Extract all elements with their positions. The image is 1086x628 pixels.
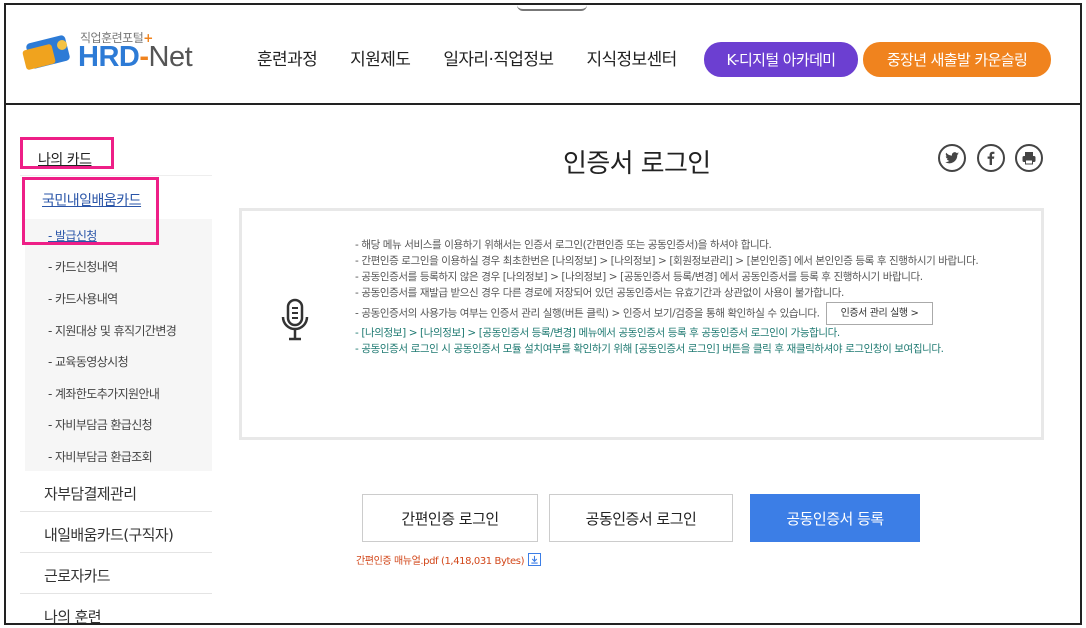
sidebar-item-jobseeker-card[interactable]: 내일배움카드(구직자) bbox=[44, 524, 174, 545]
sidebar-item-self-payment[interactable]: 자부담결제관리 bbox=[44, 483, 137, 504]
print-icon[interactable] bbox=[1015, 144, 1043, 172]
certificate-manager-button[interactable]: 인증서 관리 실행 > bbox=[825, 302, 934, 325]
sidebar-item-card-usage-history[interactable]: - 카드사용내역 bbox=[48, 290, 118, 307]
sidebar-item-eligibility-change[interactable]: - 지원대상 및 휴직기간변경 bbox=[48, 322, 177, 339]
manual-download-link[interactable]: 간편인증 매뉴얼.pdf (1,418,031 Bytes) bbox=[356, 552, 542, 567]
microphone-icon bbox=[281, 298, 309, 341]
sidebar-title-my-card[interactable]: 나의 카드 bbox=[20, 137, 114, 169]
nav-knowledge-center[interactable]: 지식정보센터 bbox=[586, 45, 677, 70]
twitter-icon[interactable] bbox=[938, 144, 966, 172]
logo-card-icon bbox=[22, 35, 70, 70]
submenu-background bbox=[25, 219, 212, 471]
divider bbox=[20, 175, 212, 176]
sidebar-item-refund-request[interactable]: - 자비부담금 환급신청 bbox=[48, 416, 153, 433]
page-title: 인증서 로그인 bbox=[563, 149, 711, 179]
notice-item: - 공동인증서를 등록하지 않은 경우 [나의정보] > [나의정보] > [공… bbox=[355, 271, 923, 283]
divider bbox=[20, 511, 212, 512]
download-icon[interactable] bbox=[528, 553, 542, 566]
notice-item: - 공동인증서를 재발급 받으신 경우 다른 경로에 저장되어 있던 공동인증서… bbox=[355, 287, 844, 299]
sidebar-item-my-training[interactable]: 나의 훈련 bbox=[44, 606, 102, 623]
divider bbox=[20, 552, 212, 553]
sidebar-item-card-application-history[interactable]: - 카드신청내역 bbox=[48, 258, 118, 275]
notice-item: - [나의정보] > [나의정보] > [공동인증서 등록/변경] 메뉴에서 공… bbox=[355, 327, 840, 339]
midlife-counseling-button[interactable]: 중장년 새출발 카운슬링 bbox=[863, 42, 1051, 77]
divider bbox=[20, 593, 212, 594]
nav-training-courses[interactable]: 훈련과정 bbox=[257, 45, 318, 70]
browser-frame: 직업훈련포털+ HRD-Net 훈련과정 지원제도 일자리·직업정보 지식정보센… bbox=[4, 3, 1082, 625]
nav-support-system[interactable]: 지원제도 bbox=[350, 45, 411, 70]
main-nav: 훈련과정 지원제도 일자리·직업정보 지식정보센터 bbox=[257, 45, 710, 70]
joint-cert-register-button[interactable]: 공동인증서 등록 bbox=[750, 494, 920, 542]
simple-auth-login-button[interactable]: 간편인증 로그인 bbox=[362, 494, 538, 542]
notice-list: - 해당 메뉴 서비스를 이용하기 위해서는 인증서 로그인(간편인증 또는 공… bbox=[355, 238, 1023, 358]
sidebar-item-worker-card[interactable]: 근로자카드 bbox=[44, 565, 111, 586]
joint-cert-login-button[interactable]: 공동인증서 로그인 bbox=[549, 494, 733, 542]
nav-job-info[interactable]: 일자리·직업정보 bbox=[443, 45, 554, 70]
sidebar-item-refund-inquiry[interactable]: - 자비부담금 환급조회 bbox=[48, 448, 153, 465]
notice-item: - 공동인증서 로그인 시 공동인증서 모듈 설치여부를 확인하기 위해 [공동… bbox=[355, 343, 944, 355]
sidebar-item-education-video[interactable]: - 교육동영상시청 bbox=[48, 353, 129, 370]
logo-text: HRD-Net bbox=[78, 41, 193, 73]
notice-item: - 간편인증 로그인을 이용하실 경우 최초한번은 [나의정보] > [나의정보… bbox=[355, 255, 979, 267]
sidebar-item-account-limit-support[interactable]: - 계좌한도추가지원안내 bbox=[48, 385, 160, 402]
manual-file-label[interactable]: 간편인증 매뉴얼.pdf (1,418,031 Bytes) bbox=[356, 552, 524, 567]
notice-item: - 공동인증서의 사용가능 여부는 인증서 관리 실행(버튼 클릭) > 인증서… bbox=[355, 302, 1023, 325]
site-header: 직업훈련포털+ HRD-Net 훈련과정 지원제도 일자리·직업정보 지식정보센… bbox=[6, 5, 1080, 105]
k-digital-academy-button[interactable]: K-디지털 아카데미 bbox=[704, 42, 858, 77]
hrd-net-logo[interactable]: 직업훈련포털+ HRD-Net bbox=[20, 27, 200, 79]
notice-item: - 해당 메뉴 서비스를 이용하기 위해서는 인증서 로그인(간편인증 또는 공… bbox=[355, 239, 772, 251]
facebook-icon[interactable] bbox=[977, 144, 1005, 172]
sidebar-item-apply-issue[interactable]: - 발급신청 bbox=[48, 227, 97, 244]
sidebar-category-national-card[interactable]: 국민내일배움카드 bbox=[42, 190, 142, 210]
notice-box: - 해당 메뉴 서비스를 이용하기 위해서는 인증서 로그인(간편인증 또는 공… bbox=[239, 208, 1044, 440]
